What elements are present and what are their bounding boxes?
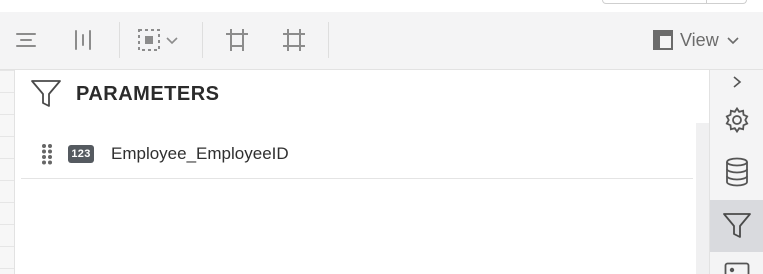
view-label: View (680, 29, 719, 50)
expand-icon (733, 76, 742, 88)
view-dropdown[interactable]: View (652, 26, 741, 54)
integer-type-badge: 123 (68, 145, 94, 163)
select-frame-icon (138, 29, 160, 51)
filter-icon (31, 80, 61, 107)
top-right-control-divider (706, 0, 707, 3)
panel-scrollbar[interactable] (696, 123, 709, 274)
settings-button[interactable] (710, 94, 763, 146)
select-frame-dropdown[interactable] (132, 26, 184, 54)
chevron-down-icon (166, 37, 178, 45)
data-sources-button[interactable] (710, 146, 763, 198)
settings-icon (725, 106, 749, 134)
distribute-vertical-icon (75, 30, 91, 50)
distribute-vertical-button[interactable] (69, 26, 97, 54)
drag-handle-icon[interactable] (41, 143, 53, 165)
parameter-row[interactable]: 123 Employee_EmployeeID (21, 130, 693, 179)
designer-toolbar: View (0, 12, 763, 70)
image-icon (724, 262, 750, 274)
fit-whole-button[interactable] (279, 25, 309, 55)
filter-icon (723, 213, 751, 238)
fit-whole-icon (283, 29, 305, 51)
chevron-down-icon (727, 37, 739, 45)
fit-width-icon (226, 29, 248, 51)
parameters-panel: PARAMETERS 123 Employee_EmployeeID (15, 70, 709, 274)
toolbar-separator (119, 22, 120, 58)
right-sidebar (709, 70, 763, 274)
toolbar-separator (202, 22, 203, 58)
database-icon (726, 157, 748, 187)
parameters-button[interactable] (710, 200, 763, 252)
panel-title: PARAMETERS (76, 82, 220, 105)
top-right-control[interactable] (602, 0, 747, 4)
design-canvas-edge[interactable] (0, 70, 15, 274)
toolbar-separator (328, 22, 329, 58)
distribute-horizontal-button[interactable] (12, 26, 40, 54)
expand-panel-button[interactable] (710, 70, 763, 94)
panel-header: PARAMETERS (30, 78, 220, 110)
parameter-name: Employee_EmployeeID (111, 144, 289, 163)
fit-width-button[interactable] (222, 25, 252, 55)
layout-icon (653, 30, 673, 50)
image-button[interactable] (710, 254, 763, 274)
distribute-horizontal-icon (16, 33, 36, 47)
